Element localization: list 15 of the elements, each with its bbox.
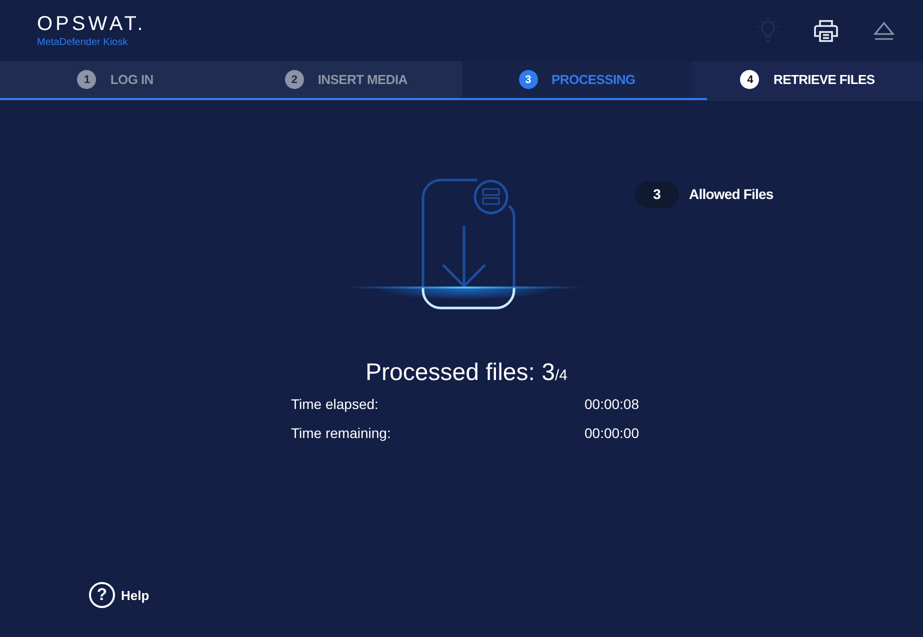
step-number: 3 xyxy=(518,70,538,89)
time-label: Time elapsed: xyxy=(291,396,378,412)
allowed-count: 3 xyxy=(635,180,679,208)
step-tab[interactable]: 3 PROCESSING xyxy=(462,61,692,98)
time-label: Time remaining: xyxy=(291,425,391,441)
step-number: 4 xyxy=(740,70,760,89)
logo: OPSWAT. xyxy=(37,13,146,35)
time-value: 00:00:00 xyxy=(584,425,639,441)
product-name: MetaDefender Kiosk xyxy=(37,37,129,48)
allowed-label: Allowed Files xyxy=(689,186,774,202)
help-icon: ? xyxy=(89,582,115,608)
help-button[interactable]: ? Help xyxy=(89,582,150,608)
time-value: 00:00:08 xyxy=(584,396,639,412)
step-number: 1 xyxy=(77,70,96,89)
step-number: 2 xyxy=(284,70,304,89)
